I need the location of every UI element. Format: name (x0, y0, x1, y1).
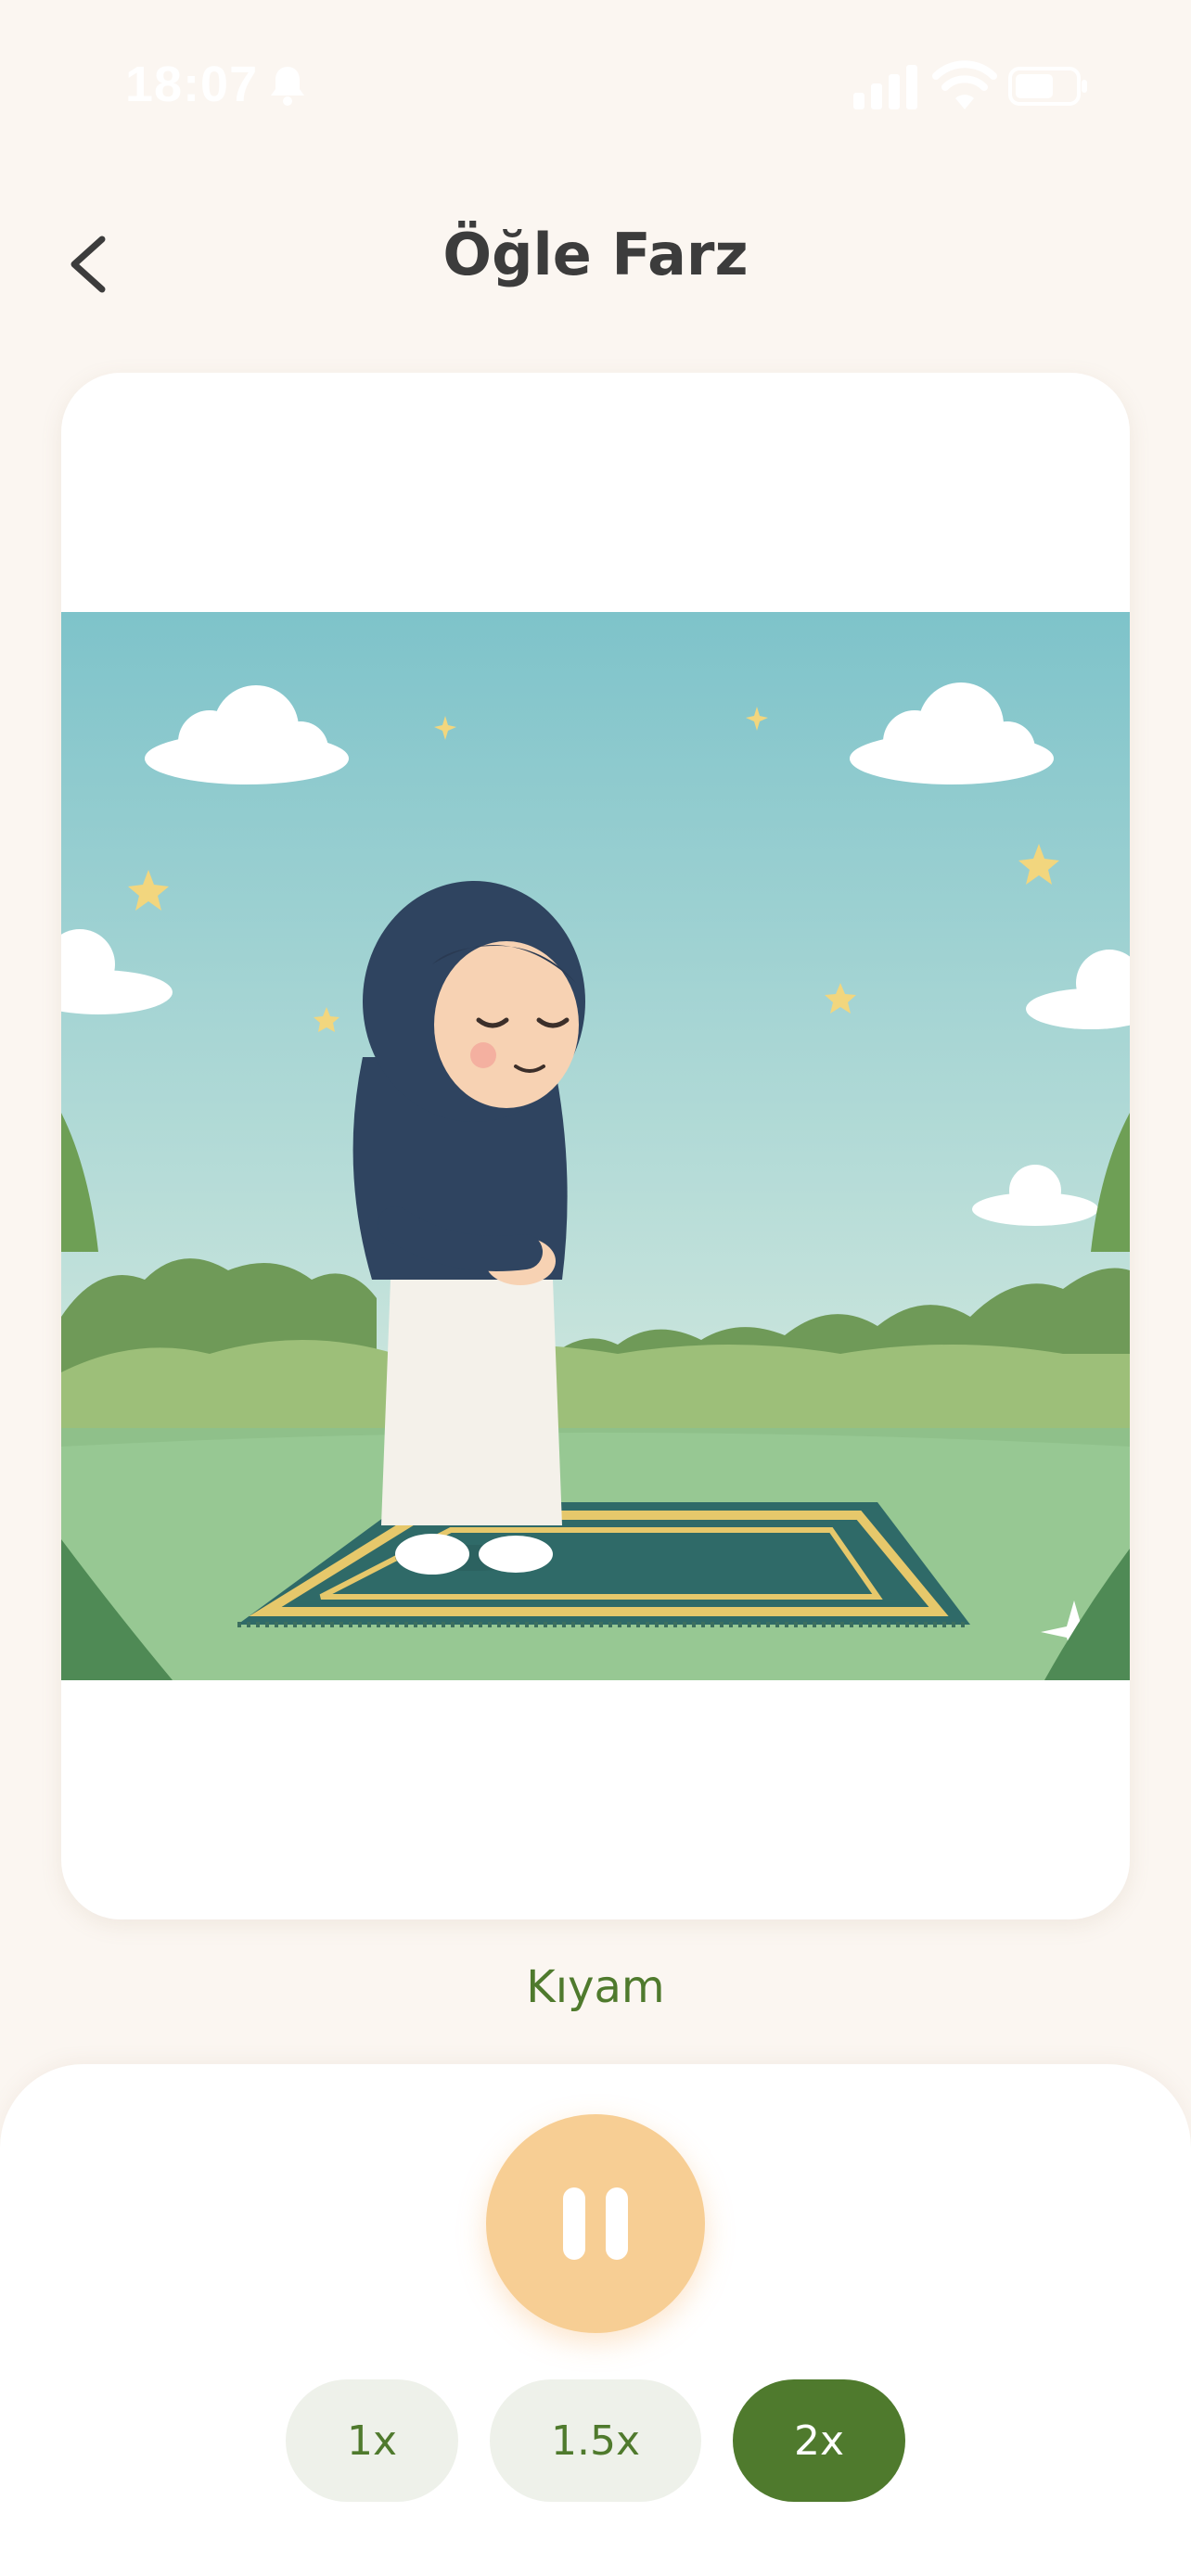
screen: 18:07 Öğle Farz Kıyam 1x 1.5x 2x (0, 0, 1191, 2576)
speed-2x-button[interactable]: 2x (733, 2379, 905, 2502)
status-bar: 18:07 (0, 0, 1191, 176)
speed-1x-button[interactable]: 1x (286, 2379, 458, 2502)
speed-1-5x-button[interactable]: 1.5x (490, 2379, 701, 2502)
signal-icon (853, 65, 917, 109)
illustration-card (61, 373, 1130, 1919)
bell-icon (271, 67, 304, 106)
pause-button[interactable] (486, 2114, 705, 2333)
step-label: Kıyam (526, 1961, 665, 2013)
status-time: 18:07 (125, 57, 259, 112)
page-title: Öğle Farz (442, 221, 749, 288)
pause-icon (563, 2187, 628, 2260)
battery-icon (1008, 67, 1087, 106)
wifi-icon (932, 60, 997, 109)
prayer-illustration (61, 612, 1130, 1680)
